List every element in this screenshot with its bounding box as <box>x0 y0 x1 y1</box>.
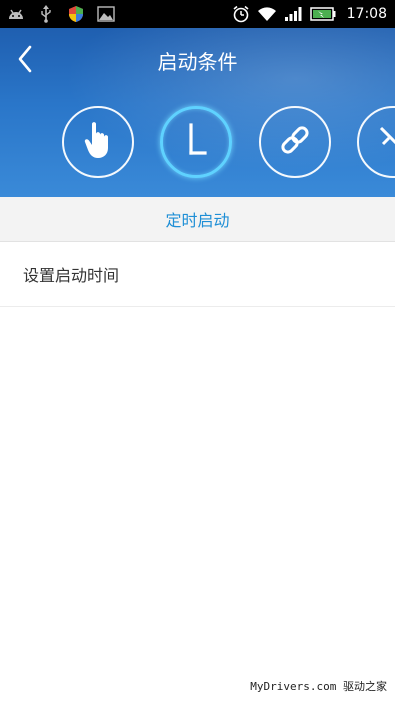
header: 启动条件 <box>0 28 395 197</box>
touch-condition-button[interactable] <box>62 106 134 178</box>
status-bar: 17:08 <box>0 0 395 28</box>
alarm-icon <box>231 4 251 24</box>
watermark: MyDrivers.com 驱动之家 <box>250 680 387 693</box>
condition-icon-row <box>0 106 395 186</box>
android-debug-icon <box>6 4 26 24</box>
shield-icon <box>66 4 86 24</box>
link-condition-button[interactable] <box>259 106 331 178</box>
clock-icon <box>181 123 211 161</box>
page-title: 启动条件 <box>157 50 238 74</box>
setting-label: 设置启动时间 <box>23 266 120 285</box>
subtab-timed-start[interactable]: 定时启动 <box>165 207 229 231</box>
signal-icon <box>283 4 303 24</box>
setting-row-start-time[interactable]: 设置启动时间 <box>0 242 395 307</box>
link-icon <box>277 122 313 162</box>
unlink-icon <box>375 122 395 162</box>
wifi-icon <box>257 4 277 24</box>
clock-time: 17:08 <box>346 6 387 22</box>
status-right-icons: 17:08 <box>231 0 395 28</box>
subtab-bar: 定时启动 <box>0 197 395 242</box>
battery-icon <box>309 4 337 24</box>
clock-condition-button[interactable] <box>160 106 232 178</box>
usb-icon <box>36 4 56 24</box>
touch-icon <box>82 120 114 164</box>
status-left-icons <box>0 0 116 28</box>
image-icon <box>96 4 116 24</box>
unlink-condition-button[interactable] <box>357 106 395 178</box>
